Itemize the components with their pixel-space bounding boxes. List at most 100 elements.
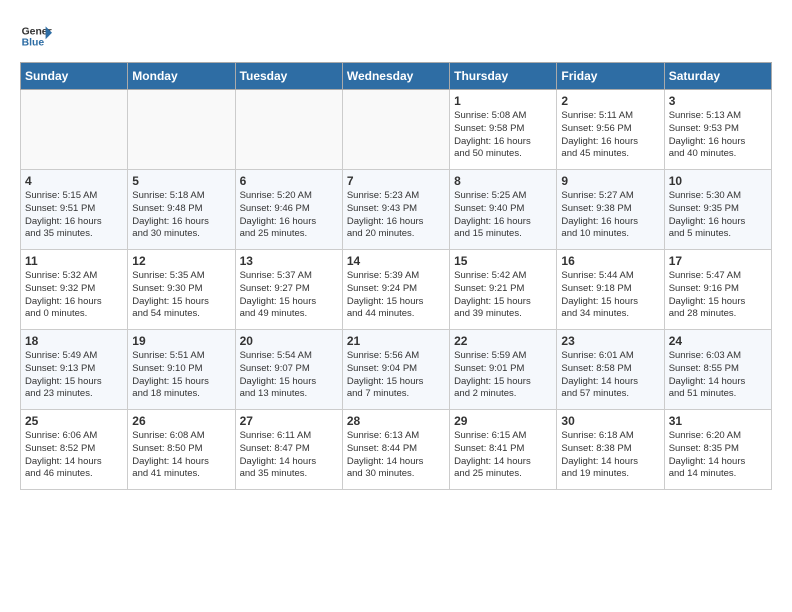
day-number: 14 (347, 254, 445, 268)
calendar-week-5: 25 Sunrise: 6:06 AM Sunset: 8:52 PM Dayli… (21, 410, 772, 490)
day-number: 4 (25, 174, 123, 188)
calendar-cell: 2 Sunrise: 5:11 AM Sunset: 9:56 PM Daylig… (557, 90, 664, 170)
calendar-cell: 23 Sunrise: 6:01 AM Sunset: 8:58 PM Dayli… (557, 330, 664, 410)
calendar-cell: 29Sunrise: 6:15 AM Sunset: 8:41 PM Dayli… (450, 410, 557, 490)
cell-text: Sunrise: 5:51 AM Sunset: 9:10 PM Dayligh… (132, 350, 230, 401)
calendar-cell: 28 Sunrise: 6:13 AM Sunset: 8:44 PM Dayli… (342, 410, 449, 490)
calendar-cell: 10 Sunrise: 5:30 AM Sunset: 9:35 PM Dayli… (664, 170, 771, 250)
calendar-week-4: 18 Sunrise: 5:49 AM Sunset: 9:13 PM Dayli… (21, 330, 772, 410)
day-number: 24 (669, 334, 767, 348)
header-wednesday: Wednesday (342, 63, 449, 90)
calendar-cell: 9 Sunrise: 5:27 AM Sunset: 9:38 PM Daylig… (557, 170, 664, 250)
calendar-cell: 12 Sunrise: 5:35 AM Sunset: 9:30 PM Dayli… (128, 250, 235, 330)
header-thursday: Thursday (450, 63, 557, 90)
cell-text: Sunrise: 5:54 AM Sunset: 9:07 PM Dayligh… (240, 350, 338, 401)
cell-text: Sunrise: 5:49 AM Sunset: 9:13 PM Dayligh… (25, 350, 123, 401)
calendar-cell: 7 Sunrise: 5:23 AM Sunset: 9:43 PM Daylig… (342, 170, 449, 250)
cell-text: Sunrise: 5:18 AM Sunset: 9:48 PM Dayligh… (132, 190, 230, 241)
calendar-cell: 17Sunrise: 5:47 AM Sunset: 9:16 PM Dayli… (664, 250, 771, 330)
day-number: 27 (240, 414, 338, 428)
day-number: 31 (669, 414, 767, 428)
day-number: 1 (454, 94, 552, 108)
cell-text: Sunrise: 5:30 AM Sunset: 9:35 PM Dayligh… (669, 190, 767, 241)
day-number: 22 (454, 334, 552, 348)
day-number: 19 (132, 334, 230, 348)
header-saturday: Saturday (664, 63, 771, 90)
day-number: 3 (669, 94, 767, 108)
calendar-cell (235, 90, 342, 170)
calendar-cell: 30 Sunrise: 6:18 AM Sunset: 8:38 PM Dayli… (557, 410, 664, 490)
day-number: 12 (132, 254, 230, 268)
day-number: 20 (240, 334, 338, 348)
calendar-week-1: 1 Sunrise: 5:08 AM Sunset: 9:58 PM Daylig… (21, 90, 772, 170)
calendar-cell: 25 Sunrise: 6:06 AM Sunset: 8:52 PM Dayli… (21, 410, 128, 490)
cell-text: Sunrise: 5:15 AM Sunset: 9:51 PM Dayligh… (25, 190, 123, 241)
calendar-cell (342, 90, 449, 170)
calendar-cell: 4 Sunrise: 5:15 AM Sunset: 9:51 PM Daylig… (21, 170, 128, 250)
calendar-cell (21, 90, 128, 170)
cell-text: Sunrise: 5:37 AM Sunset: 9:27 PM Dayligh… (240, 270, 338, 321)
day-number: 28 (347, 414, 445, 428)
day-number: 15 (454, 254, 552, 268)
day-number: 30 (561, 414, 659, 428)
cell-text: Sunrise: 5:35 AM Sunset: 9:30 PM Dayligh… (132, 270, 230, 321)
day-number: 26 (132, 414, 230, 428)
day-number: 18 (25, 334, 123, 348)
calendar-cell: 14Sunrise: 5:39 AM Sunset: 9:24 PM Dayli… (342, 250, 449, 330)
day-number: 7 (347, 174, 445, 188)
cell-text: Sunrise: 6:11 AM Sunset: 8:47 PM Dayligh… (240, 430, 338, 481)
calendar-table: SundayMondayTuesdayWednesdayThursdayFrid… (20, 62, 772, 490)
calendar-cell: 31 Sunrise: 6:20 AM Sunset: 8:35 PM Dayli… (664, 410, 771, 490)
header-monday: Monday (128, 63, 235, 90)
cell-text: Sunrise: 6:08 AM Sunset: 8:50 PM Dayligh… (132, 430, 230, 481)
calendar-header-row: SundayMondayTuesdayWednesdayThursdayFrid… (21, 63, 772, 90)
day-number: 17 (669, 254, 767, 268)
cell-text: Sunrise: 5:27 AM Sunset: 9:38 PM Dayligh… (561, 190, 659, 241)
day-number: 9 (561, 174, 659, 188)
cell-text: Sunrise: 6:18 AM Sunset: 8:38 PM Dayligh… (561, 430, 659, 481)
calendar-cell: 15 Sunrise: 5:42 AM Sunset: 9:21 PM Dayli… (450, 250, 557, 330)
header-tuesday: Tuesday (235, 63, 342, 90)
calendar-cell: 5Sunrise: 5:18 AM Sunset: 9:48 PM Daylig… (128, 170, 235, 250)
day-number: 21 (347, 334, 445, 348)
calendar-cell: 24 Sunrise: 6:03 AM Sunset: 8:55 PM Dayli… (664, 330, 771, 410)
calendar-cell: 21Sunrise: 5:56 AM Sunset: 9:04 PM Dayli… (342, 330, 449, 410)
cell-text: Sunrise: 5:59 AM Sunset: 9:01 PM Dayligh… (454, 350, 552, 401)
cell-text: Sunrise: 6:20 AM Sunset: 8:35 PM Dayligh… (669, 430, 767, 481)
cell-text: Sunrise: 6:06 AM Sunset: 8:52 PM Dayligh… (25, 430, 123, 481)
day-number: 11 (25, 254, 123, 268)
cell-text: Sunrise: 5:08 AM Sunset: 9:58 PM Dayligh… (454, 110, 552, 161)
cell-text: Sunrise: 6:13 AM Sunset: 8:44 PM Dayligh… (347, 430, 445, 481)
cell-text: Sunrise: 5:42 AM Sunset: 9:21 PM Dayligh… (454, 270, 552, 321)
cell-text: Sunrise: 5:32 AM Sunset: 9:32 PM Dayligh… (25, 270, 123, 321)
day-number: 6 (240, 174, 338, 188)
day-number: 16 (561, 254, 659, 268)
header-sunday: Sunday (21, 63, 128, 90)
calendar-cell: 20 Sunrise: 5:54 AM Sunset: 9:07 PM Dayli… (235, 330, 342, 410)
day-number: 8 (454, 174, 552, 188)
calendar-week-3: 11 Sunrise: 5:32 AM Sunset: 9:32 PM Dayli… (21, 250, 772, 330)
calendar-cell: 11 Sunrise: 5:32 AM Sunset: 9:32 PM Dayli… (21, 250, 128, 330)
cell-text: Sunrise: 5:11 AM Sunset: 9:56 PM Dayligh… (561, 110, 659, 161)
cell-text: Sunrise: 5:23 AM Sunset: 9:43 PM Dayligh… (347, 190, 445, 241)
calendar-cell: 19 Sunrise: 5:51 AM Sunset: 9:10 PM Dayli… (128, 330, 235, 410)
header-friday: Friday (557, 63, 664, 90)
day-number: 23 (561, 334, 659, 348)
calendar-cell: 3 Sunrise: 5:13 AM Sunset: 9:53 PM Daylig… (664, 90, 771, 170)
calendar-cell: 13 Sunrise: 5:37 AM Sunset: 9:27 PM Dayli… (235, 250, 342, 330)
calendar-cell: 1 Sunrise: 5:08 AM Sunset: 9:58 PM Daylig… (450, 90, 557, 170)
cell-text: Sunrise: 5:20 AM Sunset: 9:46 PM Dayligh… (240, 190, 338, 241)
day-number: 10 (669, 174, 767, 188)
cell-text: Sunrise: 6:01 AM Sunset: 8:58 PM Dayligh… (561, 350, 659, 401)
cell-text: Sunrise: 5:13 AM Sunset: 9:53 PM Dayligh… (669, 110, 767, 161)
day-number: 13 (240, 254, 338, 268)
calendar-week-2: 4 Sunrise: 5:15 AM Sunset: 9:51 PM Daylig… (21, 170, 772, 250)
calendar-cell (128, 90, 235, 170)
day-number: 2 (561, 94, 659, 108)
svg-text:Blue: Blue (22, 38, 45, 49)
cell-text: Sunrise: 6:03 AM Sunset: 8:55 PM Dayligh… (669, 350, 767, 401)
day-number: 25 (25, 414, 123, 428)
calendar-cell: 22 Sunrise: 5:59 AM Sunset: 9:01 PM Dayli… (450, 330, 557, 410)
calendar-cell: 18 Sunrise: 5:49 AM Sunset: 9:13 PM Dayli… (21, 330, 128, 410)
calendar-cell: 26 Sunrise: 6:08 AM Sunset: 8:50 PM Dayli… (128, 410, 235, 490)
